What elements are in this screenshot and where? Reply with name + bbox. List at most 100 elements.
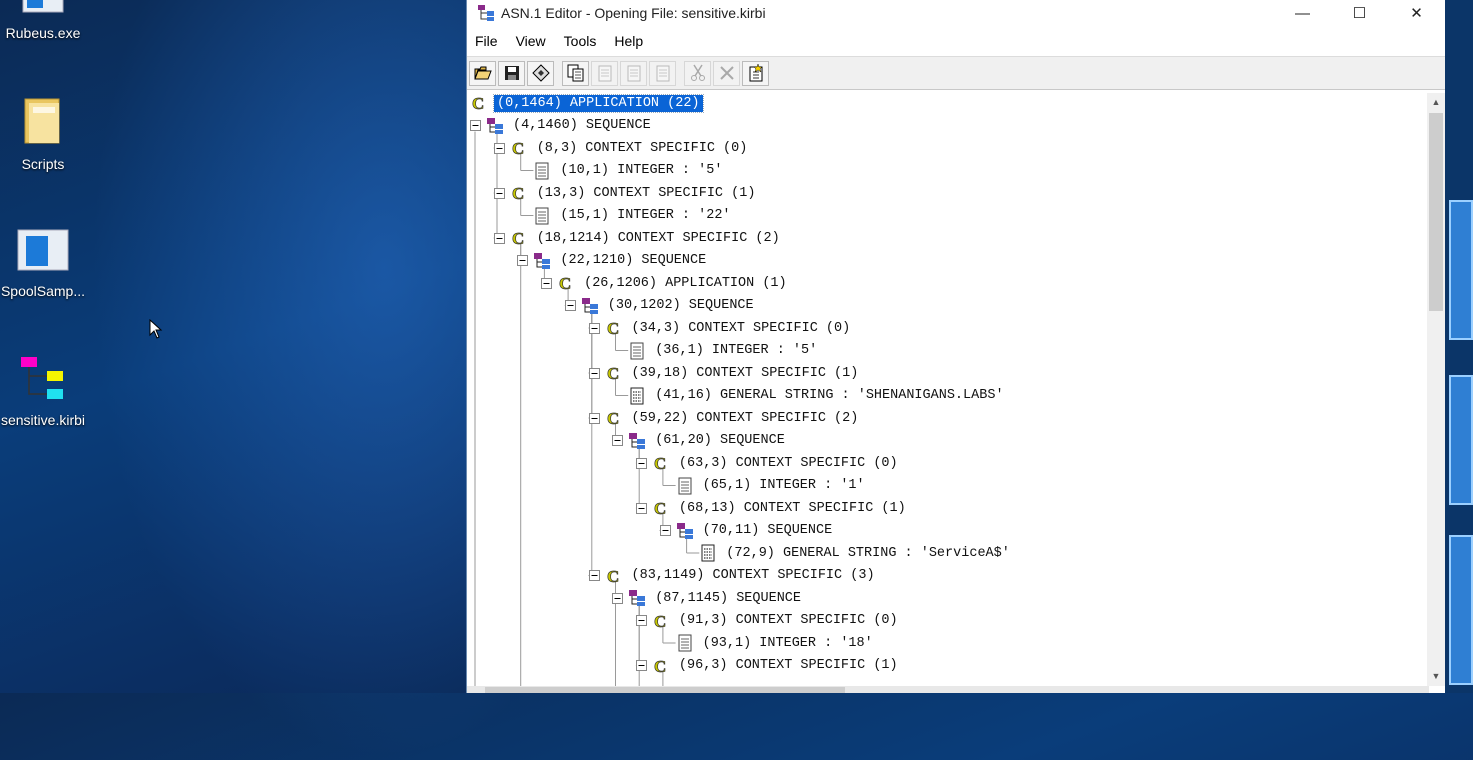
scroll-up-icon[interactable]: ▲ xyxy=(1427,93,1445,111)
tree-node-label: (26,1206) APPLICATION (1) xyxy=(584,275,787,291)
tree-node[interactable]: (4,1460) SEQUENCE xyxy=(470,115,654,137)
tree-node[interactable]: C (91,3) CONTEXT SPECIFIC (0) xyxy=(635,610,901,632)
desktop-icon-scripts[interactable]: Scripts xyxy=(0,95,86,172)
collapse-icon[interactable] xyxy=(635,457,647,469)
asn1-editor-window: ASN.1 Editor - Opening File: sensitive.k… xyxy=(466,0,1445,693)
paste-button[interactable] xyxy=(591,60,618,86)
tree-node-label: (70,11) SEQUENCE xyxy=(702,523,833,538)
menu-view[interactable]: View xyxy=(516,33,546,49)
menu-tools[interactable]: Tools xyxy=(564,33,597,49)
vertical-scrollbar[interactable]: ▲ ▼ xyxy=(1427,93,1445,686)
tree-node[interactable]: C (83,1149) CONTEXT SPECIFIC (3) xyxy=(588,565,878,587)
tree-node-label: (91,3) CONTEXT SPECIFIC (0) xyxy=(678,613,898,628)
tree-node[interactable]: C (0,1464) APPLICATION (22) xyxy=(470,92,704,114)
paste-after-button[interactable] xyxy=(649,60,676,86)
tree-node[interactable]: (30,1202) SEQUENCE xyxy=(564,295,757,317)
tree-node-label: (36,1) INTEGER : '5' xyxy=(655,343,818,358)
svg-text:C: C xyxy=(512,229,524,247)
collapse-icon[interactable] xyxy=(541,277,553,289)
menu-file[interactable]: File xyxy=(475,33,498,49)
title-bar[interactable]: ASN.1 Editor - Opening File: sensitive.k… xyxy=(467,0,1445,26)
collapse-icon[interactable] xyxy=(612,592,624,604)
tree-node-label: (93,1) INTEGER : '18' xyxy=(702,635,873,651)
background-panel xyxy=(1449,200,1473,340)
tree-node[interactable]: (65,1) INTEGER : '1' xyxy=(676,475,868,497)
save-as-button[interactable] xyxy=(527,60,554,86)
tree-node[interactable]: C (26,1206) APPLICATION (1) xyxy=(541,272,790,294)
tree-node[interactable]: (93,1) INTEGER : '18' xyxy=(676,632,876,654)
close-button[interactable]: ✕ xyxy=(1388,0,1445,26)
collapse-icon[interactable] xyxy=(588,367,600,379)
asn1-file-icon xyxy=(0,355,86,406)
paste-before-button[interactable] xyxy=(620,60,647,86)
svg-text:C: C xyxy=(607,364,619,382)
tree-node[interactable]: (41,16) GENERAL STRING : 'SHENANIGANS.LA… xyxy=(628,385,1006,407)
tree-node[interactable]: (61,20) SEQUENCE xyxy=(612,430,788,452)
tree-node[interactable]: C (68,13) CONTEXT SPECIFIC (1) xyxy=(635,497,909,519)
scrollbar-thumb[interactable] xyxy=(1429,113,1443,311)
tree-node[interactable]: (70,11) SEQUENCE xyxy=(659,520,836,542)
background-panel xyxy=(1449,535,1473,685)
sequence-icon xyxy=(581,297,599,315)
collapse-icon[interactable] xyxy=(493,142,505,154)
menu-help[interactable]: Help xyxy=(614,33,643,49)
collapse-icon[interactable] xyxy=(612,435,624,446)
window-title: ASN.1 Editor - Opening File: sensitive.k… xyxy=(501,5,766,21)
asn1-tree-view[interactable]: C (0,1464) APPLICATION (22) (4,1460) SEQUE… xyxy=(467,90,1429,686)
new-node-button[interactable] xyxy=(742,60,769,86)
desktop-icon-label: sensitive.kirbi xyxy=(0,412,86,428)
string-icon xyxy=(628,387,646,405)
tree-node-label: (87,1145) SEQUENCE xyxy=(655,590,802,606)
scroll-down-icon[interactable]: ▼ xyxy=(1427,667,1445,685)
scrollbar-thumb[interactable] xyxy=(485,687,845,693)
context-specific-icon: C xyxy=(510,139,528,159)
collapse-icon[interactable] xyxy=(470,120,481,131)
tree-node[interactable]: C (39,18) CONTEXT SPECIFIC (1) xyxy=(588,362,862,384)
copy-button[interactable] xyxy=(562,60,589,86)
delete-button[interactable] xyxy=(713,60,740,86)
tree-node[interactable]: (87,1145) SEQUENCE xyxy=(612,587,804,609)
tree-node[interactable]: (36,1) INTEGER : '5' xyxy=(628,340,820,362)
context-specific-icon: C xyxy=(470,94,488,114)
delete-icon xyxy=(719,66,734,80)
minimize-button[interactable]: — xyxy=(1274,0,1331,26)
desktop-icon-rubeus[interactable]: Rubeus.exe xyxy=(0,0,86,41)
context-specific-icon: C xyxy=(652,454,670,474)
tree-node-label: (13,3) CONTEXT SPECIFIC (1) xyxy=(536,185,756,201)
save-icon xyxy=(504,66,519,80)
tree-node[interactable]: (15,1) INTEGER : '22' xyxy=(533,205,733,227)
collapse-icon[interactable] xyxy=(635,502,647,514)
collapse-icon[interactable] xyxy=(635,660,647,671)
collapse-icon[interactable] xyxy=(517,255,529,266)
collapse-icon[interactable] xyxy=(659,525,671,536)
tree-node[interactable]: C (96,3) CONTEXT SPECIFIC (1) xyxy=(635,655,901,677)
collapse-icon[interactable] xyxy=(564,300,576,311)
horizontal-scrollbar[interactable] xyxy=(467,686,1429,693)
collapse-icon[interactable] xyxy=(588,322,600,334)
tree-node-label: (4,1460) SEQUENCE xyxy=(513,118,651,133)
collapse-icon[interactable] xyxy=(635,615,647,626)
maximize-button[interactable]: ☐ xyxy=(1331,0,1388,26)
tree-node[interactable]: (22,1210) SEQUENCE xyxy=(517,250,709,272)
toolbar xyxy=(467,56,1445,90)
tree-node[interactable]: (10,1) INTEGER : '5' xyxy=(533,160,725,182)
desktop-icon-spoolsample[interactable]: SpoolSamp... xyxy=(0,228,86,299)
tree-node[interactable]: C (63,3) CONTEXT SPECIFIC (0) xyxy=(635,452,901,474)
collapse-icon[interactable] xyxy=(493,232,505,244)
tree-node[interactable]: C (18,1214) CONTEXT SPECIFIC (2) xyxy=(493,227,783,249)
svg-text:C: C xyxy=(654,612,666,630)
cut-button[interactable] xyxy=(684,60,711,86)
tree-node[interactable]: (72,9) GENERAL STRING : 'ServiceA$' xyxy=(699,542,1013,564)
tree-node[interactable]: C (59,22) CONTEXT SPECIFIC (2) xyxy=(588,407,862,429)
paste-before-icon xyxy=(627,65,640,82)
save-button[interactable] xyxy=(498,60,525,86)
collapse-icon[interactable] xyxy=(588,412,600,424)
tree-node[interactable]: C (34,3) CONTEXT SPECIFIC (0) xyxy=(588,317,854,339)
tree-node[interactable]: C (8,3) CONTEXT SPECIFIC (0) xyxy=(493,137,751,159)
open-button[interactable] xyxy=(469,60,496,86)
context-specific-icon: C xyxy=(605,319,623,339)
collapse-icon[interactable] xyxy=(588,570,600,581)
tree-node[interactable]: C (13,3) CONTEXT SPECIFIC (1) xyxy=(493,182,759,204)
collapse-icon[interactable] xyxy=(493,187,505,199)
desktop-icon-sensitive-kirbi[interactable]: sensitive.kirbi xyxy=(0,355,86,428)
